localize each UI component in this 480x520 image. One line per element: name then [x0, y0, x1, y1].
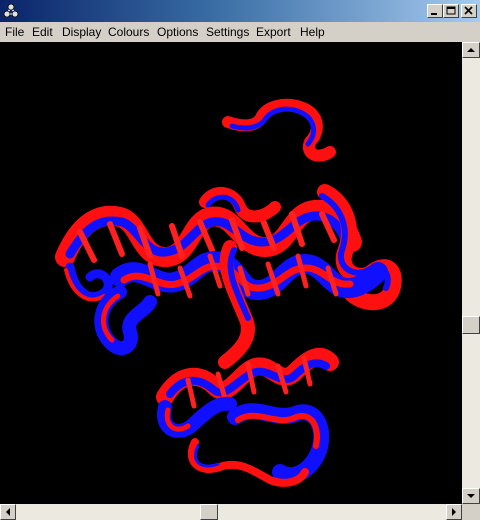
menu-options[interactable]: Options: [157, 25, 198, 39]
molecule-icon[interactable]: [3, 3, 19, 19]
vertical-scrollbar[interactable]: [462, 42, 480, 504]
arrow-left-icon: [6, 508, 10, 516]
scroll-up-button[interactable]: [462, 42, 480, 58]
menu-settings[interactable]: Settings: [206, 25, 249, 39]
close-icon: [464, 6, 473, 15]
horizontal-scroll-thumb[interactable]: [200, 504, 218, 520]
menu-colours[interactable]: Colours: [108, 25, 149, 39]
title-bar[interactable]: [0, 0, 480, 22]
close-button[interactable]: [461, 4, 477, 18]
scroll-left-button[interactable]: [0, 504, 16, 520]
minimize-button[interactable]: [427, 4, 443, 18]
menu-export[interactable]: Export: [256, 25, 291, 39]
menu-help[interactable]: Help: [300, 25, 325, 39]
maximize-icon: [446, 6, 456, 15]
menu-display[interactable]: Display: [62, 25, 101, 39]
arrow-right-icon: [452, 508, 456, 516]
vertical-scroll-thumb[interactable]: [462, 316, 480, 334]
minimize-icon: [431, 13, 437, 15]
molecule-viewport[interactable]: [0, 42, 462, 504]
arrow-down-icon: [467, 494, 475, 498]
scrollbar-corner: [462, 504, 480, 520]
menu-file[interactable]: File: [5, 25, 24, 39]
horizontal-scrollbar[interactable]: [0, 504, 462, 520]
protein-structure-render: [0, 42, 462, 504]
arrow-up-icon: [467, 48, 475, 52]
scroll-down-button[interactable]: [462, 488, 480, 504]
menu-edit[interactable]: Edit: [32, 25, 53, 39]
scroll-right-button[interactable]: [446, 504, 462, 520]
app-window: File Edit Display Colours Options Settin…: [0, 0, 480, 520]
menu-bar: File Edit Display Colours Options Settin…: [0, 22, 480, 43]
maximize-button[interactable]: [443, 4, 459, 18]
